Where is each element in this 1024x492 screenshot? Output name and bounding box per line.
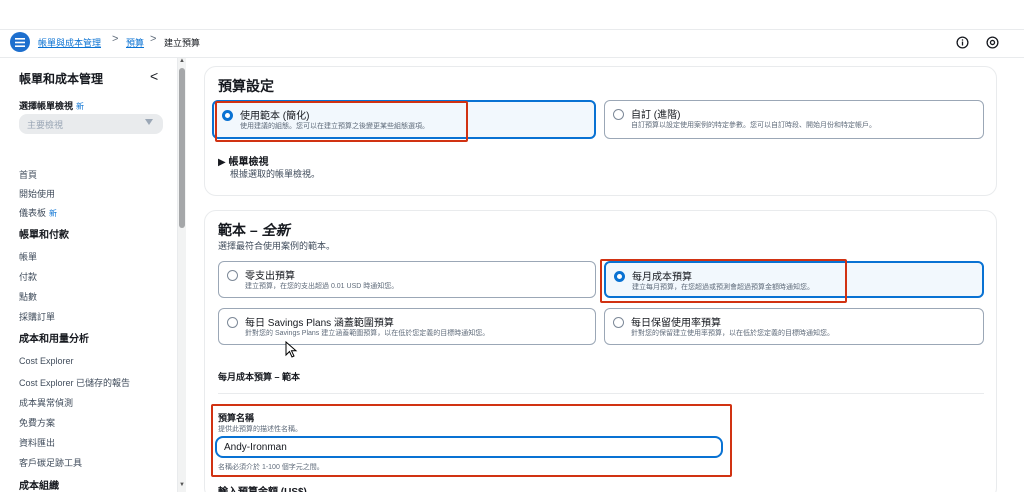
budget-name-input[interactable] bbox=[215, 436, 723, 458]
billing-view-desc: 根據選取的帳單檢視。 bbox=[230, 169, 321, 179]
option-customize[interactable]: 自訂 (進階) 自訂預算以設定使用案例的特定參數。您可以自訂時段、開始月份和特定… bbox=[604, 100, 984, 139]
template-zero-spend-desc: 建立預算，在您的支出超過 0.01 USD 時通知您。 bbox=[245, 283, 399, 290]
section-divider bbox=[218, 393, 984, 394]
sidebar-item-free-tier[interactable]: 免費方案 bbox=[19, 416, 55, 429]
breadcrumb-separator-icon: > bbox=[150, 33, 157, 45]
sidebar-item-payments[interactable]: 付款 bbox=[19, 270, 37, 283]
radio-zero-spend[interactable] bbox=[227, 270, 238, 281]
caret-down-icon bbox=[145, 119, 153, 125]
template-savings-plans[interactable]: 每日 Savings Plans 涵蓋範圍預算 針對您的 Savings Pla… bbox=[218, 308, 596, 345]
sidebar-section-billing-payments: 帳單和付款 bbox=[19, 230, 69, 241]
top-bar bbox=[0, 0, 1024, 30]
template-monthly-cost[interactable]: 每月成本預算 建立每月預算，在您超過或預測會超過預算金額時通知您。 bbox=[604, 261, 984, 298]
billing-view-select[interactable]: 主要檢視 bbox=[19, 114, 163, 134]
option-customize-desc: 自訂預算以設定使用案例的特定參數。您可以自訂時段、開始月份和特定帳戶。 bbox=[631, 122, 876, 129]
radio-savings-plans[interactable] bbox=[227, 317, 238, 328]
radio-reservation[interactable] bbox=[613, 317, 624, 328]
mouse-pointer-icon bbox=[285, 341, 298, 358]
scroll-up-icon[interactable]: ▲ bbox=[178, 58, 186, 66]
sidebar-item-purchase-orders[interactable]: 採購訂單 bbox=[19, 310, 55, 323]
template-reservation-desc: 針對您的保留建立使用率預算，以在低於您定義的目標時通知您。 bbox=[631, 330, 834, 337]
sidebar-item-credits[interactable]: 點數 bbox=[19, 290, 37, 303]
sidebar-item-home[interactable]: 首頁 bbox=[19, 168, 37, 181]
sidebar-scrollbar[interactable]: ▲ ▼ bbox=[178, 58, 186, 492]
budget-setup-title: 預算設定 bbox=[218, 78, 274, 94]
template-savings-plans-desc: 針對您的 Savings Plans 建立涵蓋範圍預算，以在低於您定義的目標時通… bbox=[245, 330, 490, 337]
template-monthly-cost-desc: 建立每月預算，在您超過或預測會超過預算金額時通知您。 bbox=[632, 284, 814, 291]
sidebar-collapse-icon[interactable]: < bbox=[150, 68, 158, 84]
budget-name-label: 預算名稱 bbox=[218, 413, 255, 423]
budget-name-desc: 提供此預算的描述性名稱。 bbox=[218, 426, 302, 433]
scroll-thumb[interactable] bbox=[179, 68, 185, 228]
hamburger-menu-icon[interactable] bbox=[10, 32, 30, 52]
help-circle-icon[interactable] bbox=[986, 36, 999, 49]
templates-subtitle: 選擇最符合使用案例的範本。 bbox=[218, 241, 336, 251]
option-use-template-desc: 使用建議的組態。您可以在建立預算之後變更某些組態選項。 bbox=[240, 123, 429, 130]
budget-amount-label: 輸入預算金額 (US$) bbox=[218, 483, 307, 492]
breadcrumb-billing-cost-management[interactable]: 帳單與成本管理 bbox=[38, 36, 101, 49]
sidebar-item-cost-explorer[interactable]: Cost Explorer bbox=[19, 356, 74, 366]
option-use-template[interactable]: 使用範本 (簡化) 使用建議的組態。您可以在建立預算之後變更某些組態選項。 bbox=[212, 100, 596, 139]
sidebar-item-bills[interactable]: 帳單 bbox=[19, 250, 37, 263]
breadcrumb-budgets[interactable]: 預算 bbox=[126, 36, 144, 49]
sidebar-section-cost-organization: 成本組織 bbox=[19, 481, 59, 492]
template-zero-spend-label: 零支出預算 bbox=[245, 271, 295, 282]
sidebar: 帳單和成本管理 < 選擇帳單檢視新 主要檢視 首頁 開始使用 儀表板新 帳單和付… bbox=[0, 58, 178, 492]
option-use-template-label: 使用範本 (簡化) bbox=[240, 111, 310, 122]
template-monthly-cost-label: 每月成本預算 bbox=[632, 272, 692, 283]
sidebar-section-cost-usage-analysis: 成本和用量分析 bbox=[19, 334, 89, 345]
radio-monthly-cost[interactable] bbox=[614, 271, 625, 282]
template-reservation[interactable]: 每日保留使用率預算 針對您的保留建立使用率預算，以在低於您定義的目標時通知您。 bbox=[604, 308, 984, 345]
new-badge: 新 bbox=[49, 209, 58, 218]
sidebar-item-dashboards[interactable]: 儀表板新 bbox=[19, 206, 57, 219]
sidebar-item-saved-reports[interactable]: Cost Explorer 已儲存的報告 bbox=[19, 376, 130, 389]
breadcrumb-separator-icon: > bbox=[112, 33, 119, 45]
template-zero-spend[interactable]: 零支出預算 建立預算，在您的支出超過 0.01 USD 時通知您。 bbox=[218, 261, 596, 298]
sidebar-item-data-exports[interactable]: 資料匯出 bbox=[19, 436, 55, 449]
billing-view-label: 選擇帳單檢視新 bbox=[19, 101, 85, 111]
sidebar-item-anomaly-detection[interactable]: 成本異常偵測 bbox=[19, 396, 73, 409]
sidebar-item-getting-started[interactable]: 開始使用 bbox=[19, 187, 55, 200]
sidebar-item-carbon-footprint[interactable]: 客戶碳足跡工具 bbox=[19, 456, 82, 469]
radio-customize[interactable] bbox=[613, 109, 624, 120]
breadcrumb-create-budget: 建立預算 bbox=[164, 38, 201, 48]
radio-use-template[interactable] bbox=[222, 110, 233, 121]
info-icon[interactable] bbox=[956, 36, 969, 49]
templates-title: 範本 – 全新 bbox=[218, 222, 290, 238]
budget-name-constraint: 名稱必須介於 1-100 個字元之間。 bbox=[218, 464, 324, 471]
template-savings-plans-label: 每日 Savings Plans 涵蓋範圍預算 bbox=[245, 318, 394, 329]
new-badge: 新 bbox=[76, 102, 85, 111]
monthly-template-heading: 每月成本預算 – 範本 bbox=[218, 372, 301, 382]
sidebar-title: 帳單和成本管理 bbox=[19, 72, 104, 86]
scroll-down-icon[interactable]: ▼ bbox=[178, 482, 186, 490]
billing-view-expander[interactable]: ▶ 帳單檢視 bbox=[218, 153, 268, 168]
option-customize-label: 自訂 (進階) bbox=[631, 110, 681, 121]
template-reservation-label: 每日保留使用率預算 bbox=[631, 318, 721, 329]
breadcrumb-bar: 帳單與成本管理 > 預算 > 建立預算 bbox=[0, 30, 1024, 58]
